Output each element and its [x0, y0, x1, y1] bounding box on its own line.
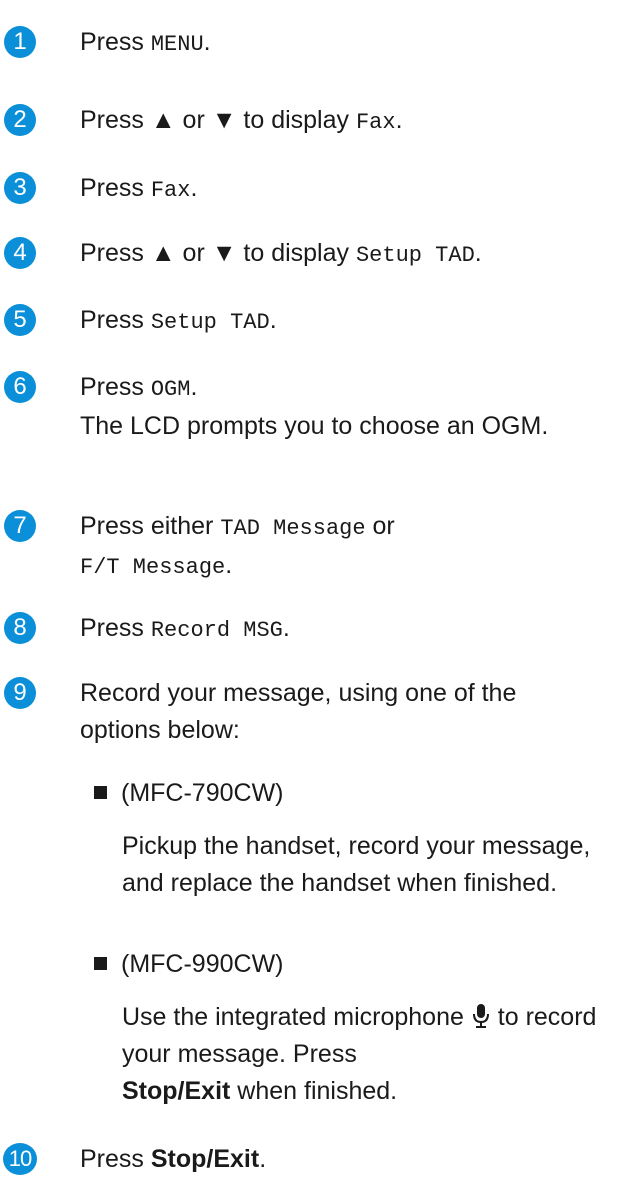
step-note: The LCD prompts you to choose an OGM.	[80, 412, 549, 440]
step-number-badge: 9	[4, 677, 36, 709]
step-text: Press ▲ or ▼ to display Setup TAD.	[80, 239, 482, 268]
step-number-badge: 7	[4, 510, 36, 542]
step-number-badge: 4	[4, 237, 36, 269]
step-number-badge: 1	[4, 26, 36, 58]
step-text: Press either TAD Message or F/T Message.	[80, 512, 395, 580]
option-model: (MFC-990CW)	[121, 950, 284, 978]
bullet-square-icon	[94, 957, 107, 970]
bullet-square-icon	[94, 786, 107, 799]
lcd-label: OGM	[150, 377, 191, 402]
step-text: Press MENU.	[80, 28, 211, 57]
step-number-badge: 6	[4, 371, 36, 403]
step-number-badge: 3	[4, 172, 36, 204]
option-description: Use the integrated microphone to record …	[122, 1003, 597, 1105]
lcd-label: F/T Message	[80, 555, 226, 580]
lcd-label: Fax	[355, 110, 396, 135]
step-text: Press Record MSG.	[80, 614, 290, 643]
lcd-label: Setup TAD	[355, 243, 475, 268]
step-text: Press Fax.	[80, 174, 198, 203]
step-number-badge: 2	[4, 104, 36, 136]
option-item: (MFC-990CW)	[94, 946, 624, 983]
step-number-badge: 10	[3, 1143, 37, 1175]
lcd-label: Record MSG	[150, 618, 283, 643]
lcd-label: MENU	[150, 32, 204, 57]
lcd-label: Fax	[150, 178, 191, 203]
step-text: Record your message, using one of the op…	[80, 679, 517, 744]
step-number-badge: 5	[4, 304, 36, 336]
step-text: Press Setup TAD.	[80, 306, 277, 335]
lcd-label: Setup TAD	[150, 310, 270, 335]
option-model: (MFC-790CW)	[121, 779, 284, 807]
step-text: Press OGM. The LCD prompts you to choose…	[80, 373, 549, 440]
option-item: (MFC-790CW)	[94, 775, 624, 812]
step-text: Press Stop/Exit.	[80, 1145, 267, 1173]
lcd-label: TAD Message	[220, 516, 366, 541]
option-description: Pickup the handset, record your message,…	[122, 832, 591, 897]
step-text: Press ▲ or ▼ to display Fax.	[80, 106, 403, 135]
step-number-badge: 8	[4, 612, 36, 644]
button-name: Stop/Exit	[150, 1145, 260, 1173]
microphone-icon	[472, 1004, 489, 1028]
